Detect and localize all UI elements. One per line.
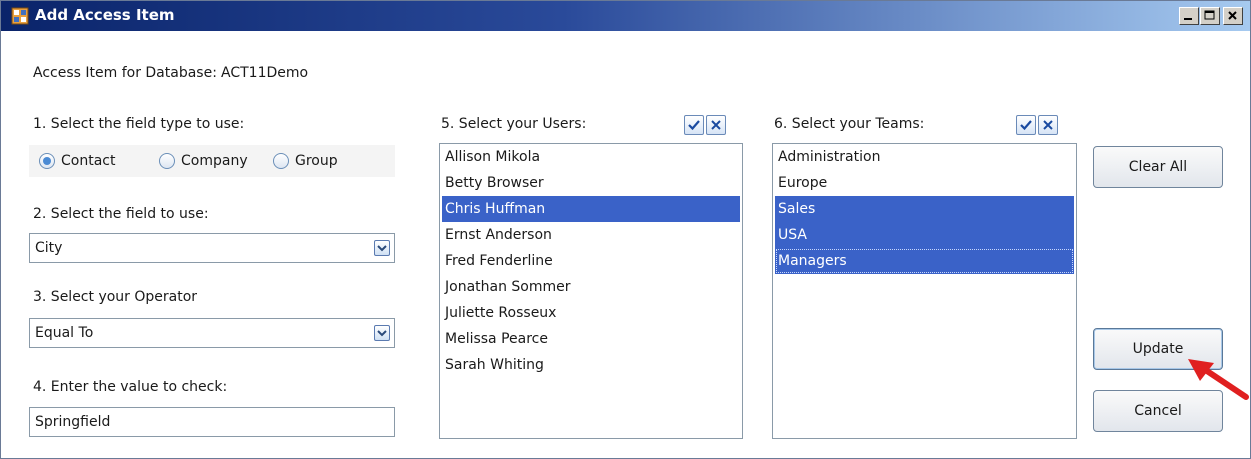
app-icon [11,7,29,25]
teams-list[interactable]: Administration Europe Sales USA Managers [772,143,1077,439]
deselect-all-teams-button[interactable] [1038,115,1058,135]
list-item[interactable]: Jonathan Sommer [442,274,740,300]
field-select[interactable]: City [29,233,395,263]
close-button[interactable] [1223,7,1243,25]
radio-group-label: Group [295,153,338,169]
operator-select-value: Equal To [35,325,94,341]
list-item[interactable]: Managers [775,248,1074,274]
chevron-down-icon[interactable] [374,325,390,341]
users-label: 5. Select your Users: [441,116,587,132]
minimize-button[interactable] [1179,7,1199,25]
value-input-text: Springfield [35,414,111,430]
users-list[interactable]: Allison Mikola Betty Browser Chris Huffm… [439,143,743,439]
step4-label: 4. Enter the value to check: [33,379,228,395]
step2-label: 2. Select the field to use: [33,206,209,222]
chevron-down-icon[interactable] [374,240,390,256]
list-item[interactable]: Europe [775,170,1074,196]
maximize-icon [1204,10,1215,20]
database-label: Access Item for Database: [33,65,217,81]
list-item[interactable]: Fred Fenderline [442,248,740,274]
checkmark-icon [688,120,700,131]
list-item[interactable]: Betty Browser [442,170,740,196]
minimize-icon [1184,18,1192,20]
list-item[interactable]: Sales [775,196,1074,222]
title-bar[interactable]: Add Access Item [1,1,1250,31]
x-icon [1043,120,1053,130]
list-item[interactable]: Administration [775,144,1074,170]
teams-label: 6. Select your Teams: [774,116,925,132]
clear-all-button[interactable]: Clear All [1093,146,1223,188]
step1-label: 1. Select the field type to use: [33,116,245,132]
radio-unselected-icon [159,153,175,169]
list-item[interactable]: Melissa Pearce [442,326,740,352]
radio-selected-icon [39,153,55,169]
database-name: ACT11Demo [221,65,309,81]
radio-company[interactable]: Company [159,151,248,171]
select-all-teams-button[interactable] [1016,115,1036,135]
radio-unselected-icon [273,153,289,169]
list-item[interactable]: Chris Huffman [442,196,740,222]
list-item[interactable]: Juliette Rosseux [442,300,740,326]
radio-contact[interactable]: Contact [39,151,115,171]
deselect-all-users-button[interactable] [706,115,726,135]
checkmark-icon [1020,120,1032,131]
list-item[interactable]: Sarah Whiting [442,352,740,378]
x-icon [711,120,721,130]
radio-group[interactable]: Group [273,151,338,171]
close-icon [1228,11,1237,20]
radio-company-label: Company [181,153,248,169]
select-all-users-button[interactable] [684,115,704,135]
step3-label: 3. Select your Operator [33,289,198,305]
radio-contact-label: Contact [61,153,116,169]
field-select-value: City [35,240,63,256]
red-arrow-icon [1188,359,1249,400]
add-access-item-window: Add Access Item Access Item for Database… [0,0,1251,459]
list-item[interactable]: USA [775,222,1074,248]
window-title: Add Access Item [35,6,175,24]
list-item[interactable]: Ernst Anderson [442,222,740,248]
list-item[interactable]: Allison Mikola [442,144,740,170]
maximize-button[interactable] [1200,7,1220,25]
operator-select[interactable]: Equal To [29,318,395,348]
value-input[interactable]: Springfield [29,407,395,437]
